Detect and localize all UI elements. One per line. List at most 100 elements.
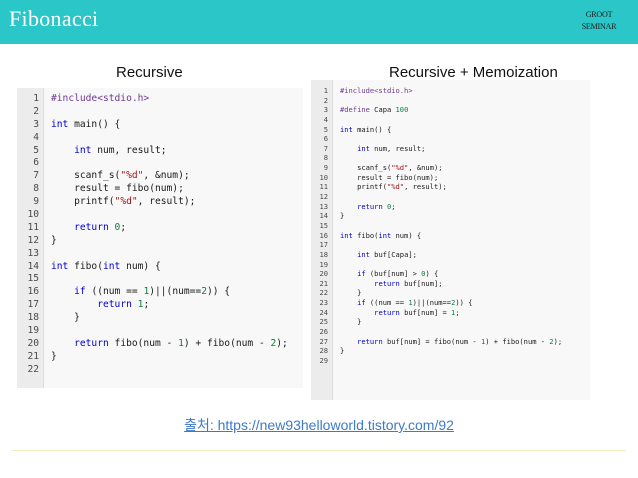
code-line: 27 return buf[num] = fibo(num - 1) + fib…	[311, 337, 590, 347]
code-token: num, result;	[369, 143, 426, 153]
code-text: }	[39, 351, 57, 364]
code-token: ;	[120, 221, 127, 233]
line-number: 4	[323, 114, 328, 124]
line-number: 13	[319, 201, 328, 211]
code-line: 7 scanf_s("%d", &num);	[17, 170, 303, 183]
code-line: 8	[311, 153, 590, 163]
code-token: )) {	[455, 298, 473, 308]
line-number: 5	[323, 124, 328, 134]
code-token: printf(	[340, 182, 387, 192]
code-line: 10	[17, 209, 303, 222]
code-token: int	[357, 249, 370, 259]
code-text: scanf_s("%d", &num);	[39, 170, 190, 183]
code-token: );	[553, 336, 563, 346]
code-text: }	[328, 211, 344, 221]
code-token: , &num);	[408, 163, 443, 173]
code-text: if (buf[num] > 0) {	[328, 269, 438, 279]
line-number: 13	[27, 247, 39, 259]
code-token: if	[74, 286, 86, 298]
code-line: 12}	[17, 235, 303, 248]
code-text: }	[328, 346, 344, 356]
logo-line-groot: GROOT	[585, 10, 613, 19]
code-line: 24 return buf[num] = 1;	[311, 308, 590, 318]
code-token: return	[74, 337, 109, 349]
line-number: 19	[319, 259, 328, 269]
line-number: 3	[33, 118, 39, 130]
code-token: Capa	[369, 105, 396, 115]
code-line: 9 printf("%d", result);	[17, 196, 303, 209]
code-token: ;	[143, 299, 150, 311]
code-line: 3 #define Capa 100	[311, 105, 590, 115]
code-line: 19	[311, 260, 590, 270]
code-token: }	[51, 312, 80, 324]
code-token: scanf_s(	[51, 170, 121, 182]
code-token: ) {	[425, 269, 439, 279]
code-line: 14}	[311, 211, 590, 221]
code-line: 14 int fibo(int num) {	[17, 261, 303, 274]
code-token: }	[51, 234, 57, 246]
code-line: 1 #include<stdio.h>	[17, 93, 303, 106]
code-line: 23 if ((num == 1)||(num==2)) {	[311, 298, 590, 308]
code-text: printf("%d", result);	[328, 182, 447, 192]
code-token: )) {	[206, 286, 231, 298]
line-number: 6	[323, 134, 328, 144]
line-number: 2	[323, 95, 328, 105]
line-number: 27	[319, 336, 328, 346]
code-token: return	[374, 278, 400, 288]
code-lines: 1 #include<stdio.h> 2 3 int main() {4 5 int n…	[17, 93, 303, 377]
code-token: ;	[455, 307, 460, 317]
code-token: int	[102, 260, 121, 272]
groot-seminar-logo: GROOT SEMINAR	[574, 9, 624, 33]
line-number: 18	[319, 249, 328, 259]
code-token: int	[51, 260, 69, 272]
line-number: 11	[319, 182, 328, 192]
code-token: )||(num==	[412, 298, 452, 308]
code-line: 11 printf("%d", result);	[311, 182, 590, 192]
code-token: #include<stdio.h>	[51, 93, 150, 104]
code-text: return 0;	[328, 201, 396, 212]
code-token: return	[74, 221, 109, 233]
code-token: "%d"	[114, 196, 138, 208]
code-line: 5 int num, result;	[17, 145, 303, 158]
code-text: int num, result;	[39, 145, 166, 158]
source-link[interactable]: 출처: https://new93helloworld.tistory.com/…	[184, 417, 454, 433]
code-token: ;	[391, 201, 396, 211]
line-number: 14	[319, 211, 328, 221]
code-token: return	[357, 201, 383, 211]
code-text: int num, result;	[328, 144, 425, 154]
code-token: 100	[395, 105, 409, 115]
source-credit[interactable]: 출처: https://new93helloworld.tistory.com/…	[0, 415, 638, 435]
code-token: ) + fibo(num -	[485, 336, 550, 346]
code-token: scanf_s(	[340, 163, 392, 173]
code-text: int fibo(int num) {	[328, 231, 421, 241]
line-number: 16	[27, 286, 39, 298]
code-token: main() {	[68, 118, 121, 130]
code-line: 11 return 0;	[17, 222, 303, 235]
code-token: ((num ==	[85, 286, 144, 298]
code-text: return 0;	[39, 222, 126, 235]
code-line: 16 int fibo(int num) {	[311, 231, 590, 241]
code-text: result = fibo(num);	[39, 183, 184, 196]
code-text: }	[328, 317, 361, 327]
code-token: }	[340, 346, 345, 356]
line-number: 11	[27, 221, 39, 233]
code-line: 22 }	[311, 288, 590, 298]
code-line: 17 return 1;	[17, 299, 303, 312]
title-bar: Fibonacci GROOT SEMINAR	[0, 0, 638, 44]
code-token: ((num ==	[365, 298, 409, 308]
code-token: num) {	[391, 230, 422, 240]
code-token: return	[357, 336, 383, 346]
line-number: 10	[319, 172, 328, 182]
line-number: 26	[319, 327, 328, 337]
